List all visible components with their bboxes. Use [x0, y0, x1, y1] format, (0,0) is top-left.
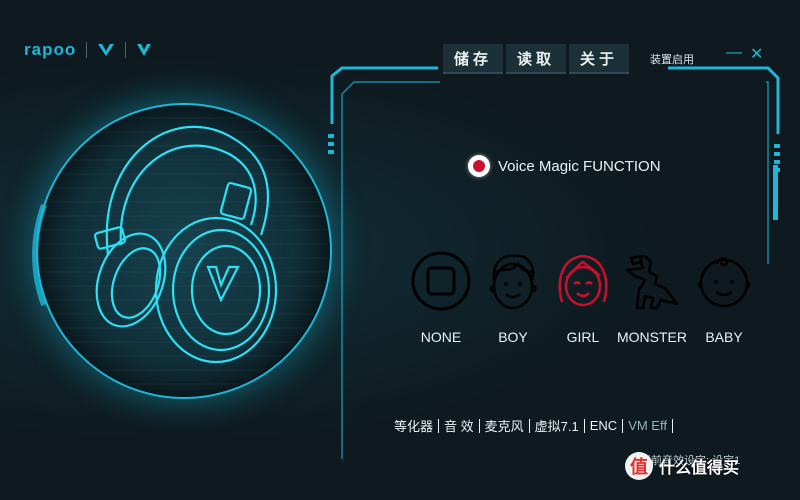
tab-equalizer[interactable]: 等化器: [389, 416, 438, 435]
tab-sound-effects[interactable]: 音 效: [439, 416, 479, 435]
brand-name: rapoo: [24, 40, 77, 59]
boy-face-icon: [489, 254, 537, 310]
panel-scrollbar[interactable]: [773, 115, 778, 225]
voice-magic-title: Voice Magic FUNCTION: [498, 157, 661, 175]
mode-girl[interactable]: GIRL: [548, 250, 618, 345]
mode-baby[interactable]: BABY: [689, 250, 759, 345]
mode-label: MONSTER: [617, 329, 687, 345]
headphone-icon: [32, 125, 278, 364]
watermark-badge: 值: [625, 452, 653, 480]
minimize-button[interactable]: —: [726, 44, 742, 62]
mode-label: GIRL: [566, 329, 600, 345]
none-square-icon: [411, 251, 471, 311]
v-logo-small-icon: [137, 44, 152, 56]
monster-dinosaur-icon: [625, 254, 679, 310]
watermark-text: 什么值得买: [659, 460, 740, 477]
v-logo-icon: [98, 44, 115, 56]
record-dot-icon: [473, 160, 485, 172]
mode-monster[interactable]: MONSTER: [617, 250, 687, 345]
watermark: 值 什么值得买: [625, 452, 739, 480]
tab-microphone[interactable]: 麦克风: [480, 416, 529, 435]
tab-vm-effect[interactable]: VM Eff: [623, 418, 672, 433]
mode-boy[interactable]: BOY: [478, 250, 548, 345]
bottom-tab-bar: 等化器 音 效 麦克风 虚拟7.1 ENC VM Eff: [389, 416, 673, 435]
tab-enc[interactable]: ENC: [585, 418, 622, 433]
baby-face-icon: [697, 257, 751, 308]
brand-divider-2: [125, 42, 127, 58]
mode-label: BABY: [705, 329, 743, 345]
girl-face-icon: [558, 254, 608, 307]
headphone-display: [26, 95, 336, 405]
brand-logo: rapoo: [24, 40, 152, 60]
voice-magic-toggle[interactable]: [468, 155, 490, 177]
mode-label: BOY: [498, 329, 528, 345]
scrollbar-thumb[interactable]: [773, 165, 778, 220]
voice-magic-header: Voice Magic FUNCTION: [468, 155, 661, 177]
brand-divider: [86, 42, 88, 58]
mode-none[interactable]: NONE: [406, 250, 476, 345]
mode-label: NONE: [420, 329, 462, 345]
close-button[interactable]: ✕: [750, 44, 763, 64]
tab-divider: [671, 418, 673, 433]
tab-virtual-71[interactable]: 虚拟7.1: [530, 416, 584, 435]
